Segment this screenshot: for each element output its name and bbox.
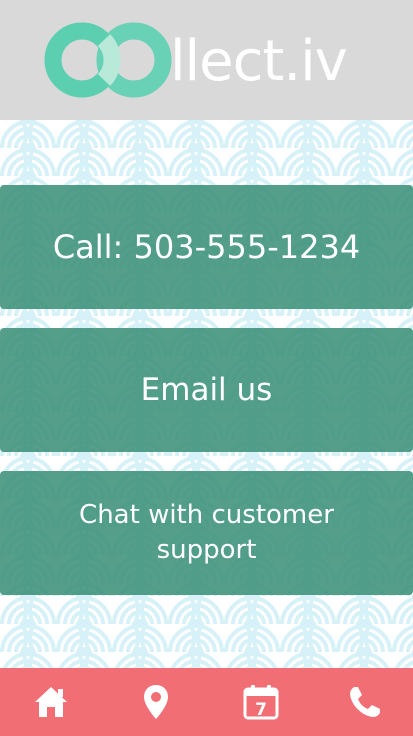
chat-button-label: Chat with customer support — [79, 500, 334, 565]
tab-location[interactable] — [136, 682, 176, 722]
app-header: llect.iv — [0, 0, 413, 120]
home-icon — [35, 687, 67, 717]
calendar-icon: 7 — [243, 685, 279, 720]
bottom-tab-bar: 7 — [0, 668, 413, 736]
logo-text: llect.iv — [170, 29, 348, 94]
app-logo[interactable]: llect.iv — [44, 22, 354, 98]
tab-phone[interactable] — [345, 682, 385, 722]
call-button-label: Call: 503-555-1234 — [52, 228, 361, 266]
phone-icon — [350, 687, 380, 717]
location-pin-icon — [144, 685, 168, 719]
logo-rings-icon — [44, 22, 172, 98]
call-button[interactable]: Call: 503-555-1234 — [0, 185, 413, 309]
tab-home[interactable] — [31, 682, 71, 722]
tab-calendar[interactable]: 7 — [241, 682, 281, 722]
email-button-label: Email us — [140, 372, 273, 408]
calendar-day: 7 — [255, 700, 267, 720]
email-button[interactable]: Email us — [0, 328, 413, 452]
chat-support-button[interactable]: Chat with customer support — [0, 471, 413, 595]
